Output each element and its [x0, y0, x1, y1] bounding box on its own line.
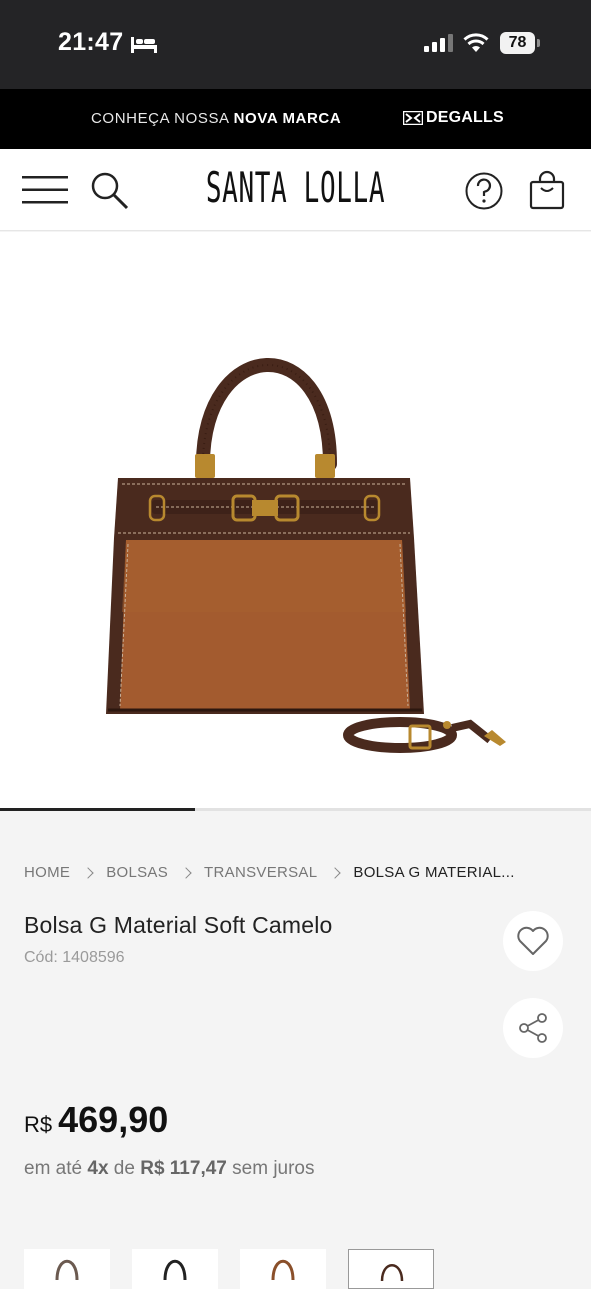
chevron-right-icon [180, 866, 192, 879]
chevron-right-icon [329, 866, 342, 879]
signal-icon [424, 34, 453, 52]
installments-value: R$ 117,47 [140, 1158, 227, 1179]
status-time: 21:47 [58, 28, 124, 56]
variant-image [380, 1264, 404, 1282]
product-gallery[interactable] [0, 232, 591, 810]
brand-logo[interactable]: SANTA LOLLA [112, 163, 478, 212]
menu-icon[interactable] [22, 174, 68, 206]
variant-thumb[interactable] [132, 1249, 218, 1289]
product-title: Bolsa G Material Soft Camelo [24, 912, 333, 938]
heart-icon [517, 926, 549, 955]
chevron-right-icon [82, 866, 94, 879]
wifi-icon [463, 33, 489, 52]
variant-thumb[interactable] [240, 1249, 326, 1289]
product-price: R$ 469,90 [24, 1099, 168, 1141]
price-currency: R$ [24, 1112, 53, 1137]
breadcrumb-current: BOLSA G MATERIAL... [353, 864, 515, 881]
color-variants [0, 1249, 591, 1289]
degalls-logo-icon [403, 111, 423, 125]
variant-image [271, 1259, 295, 1281]
installments-count: 4x [87, 1158, 109, 1179]
promo-banner[interactable]: CONHEÇA NOSSA NOVA MARCA DEGALLS [0, 89, 591, 149]
site-header: SANTA LOLLA [0, 149, 591, 231]
battery-indicator: 78 [500, 32, 535, 54]
variant-thumb-selected[interactable] [348, 1249, 434, 1289]
promo-highlight: NOVA MARCA [233, 110, 342, 127]
shopping-bag-icon[interactable] [528, 170, 566, 210]
status-bar: 21:47 78 [0, 0, 591, 89]
variant-thumb[interactable] [24, 1249, 110, 1289]
bed-icon [131, 37, 157, 53]
share-icon [519, 1013, 547, 1043]
product-info: HOME BOLSAS TRANSVERSAL BOLSA G MATERIAL… [0, 811, 591, 1280]
installments-prefix: em até [24, 1158, 83, 1179]
product-code: Cód: 1408596 [24, 949, 125, 966]
share-button[interactable] [503, 998, 563, 1058]
price-value: 469,90 [58, 1099, 169, 1140]
product-image[interactable] [0, 232, 591, 810]
variant-image [55, 1259, 79, 1281]
variant-image [163, 1259, 187, 1281]
help-icon[interactable] [464, 171, 504, 211]
promo-prefix: CONHEÇA NOSSA [91, 110, 229, 127]
breadcrumb-home[interactable]: HOME [24, 864, 70, 881]
degalls-link[interactable]: DEGALLS [403, 109, 504, 127]
battery-tip [537, 39, 540, 47]
breadcrumb-bolsas[interactable]: BOLSAS [106, 864, 168, 881]
favorite-button[interactable] [503, 911, 563, 971]
installments-info: em até 4x de R$ 117,47 sem juros [24, 1158, 315, 1180]
installments-suffix: sem juros [232, 1158, 315, 1179]
promo-message: CONHEÇA NOSSA NOVA MARCA [91, 110, 341, 127]
degalls-label: DEGALLS [426, 109, 504, 126]
installments-of: de [113, 1158, 135, 1179]
battery-level: 78 [508, 34, 527, 51]
breadcrumb: HOME BOLSAS TRANSVERSAL BOLSA G MATERIAL… [24, 864, 515, 881]
breadcrumb-transversal[interactable]: TRANSVERSAL [204, 864, 317, 881]
